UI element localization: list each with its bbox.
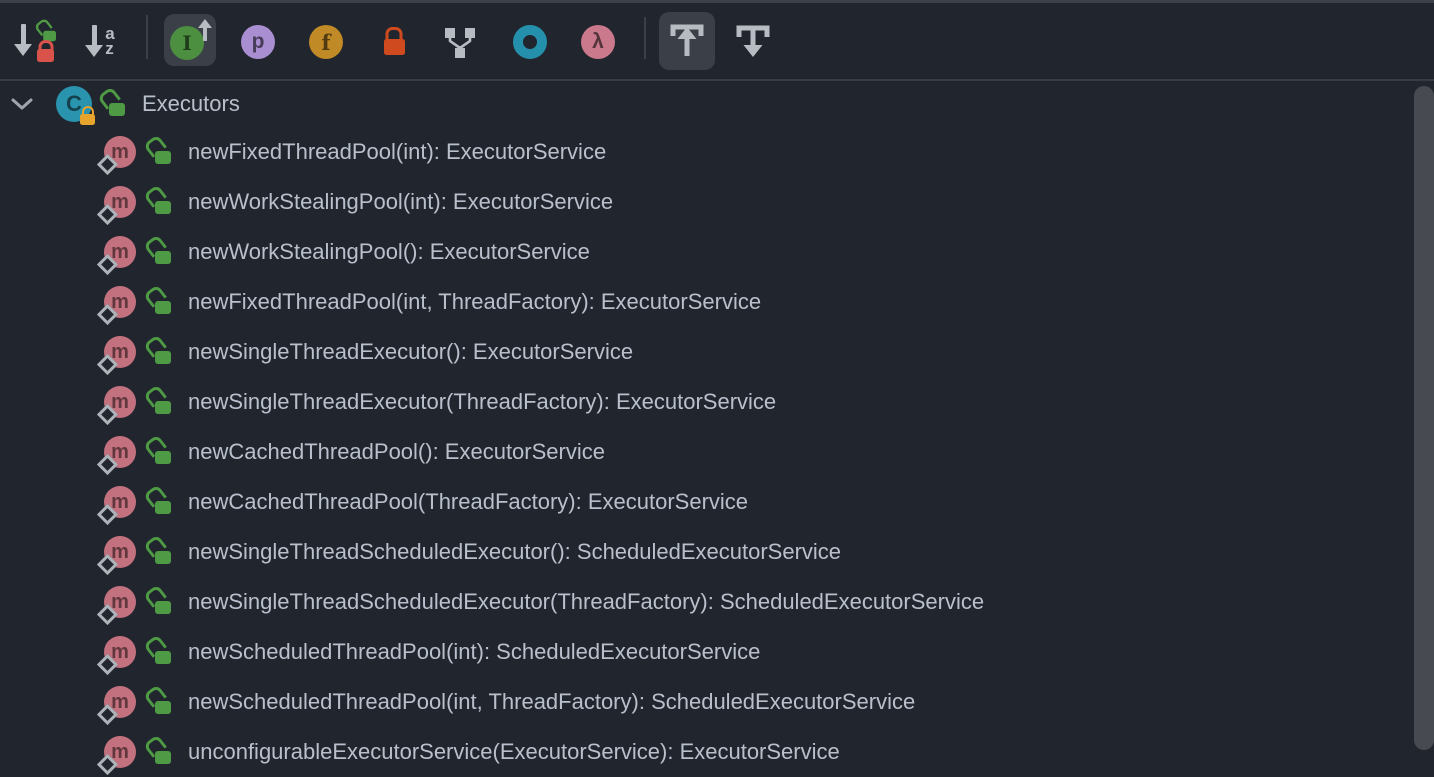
method-signature-label: newScheduledThreadPool(int, ThreadFactor…: [188, 689, 915, 715]
method-icon: m: [104, 386, 136, 418]
tree-root-item[interactable]: C Executors: [0, 81, 1410, 127]
lambda-icon: λ: [581, 25, 615, 59]
method-signature-label: newScheduledThreadPool(int): ScheduledEx…: [188, 639, 760, 665]
method-icon: m: [104, 236, 136, 268]
public-lock-icon: [150, 340, 171, 364]
show-fields-button[interactable]: f: [302, 18, 350, 66]
public-lock-icon: [150, 140, 171, 164]
tree-item-method[interactable]: m newScheduledThreadPool(int): Scheduled…: [0, 627, 1410, 677]
public-lock-icon: [150, 440, 171, 464]
method-signature-label: newWorkStealingPool(int): ExecutorServic…: [188, 189, 613, 215]
field-icon: f: [309, 25, 343, 59]
show-inherited-button[interactable]: I: [164, 14, 216, 66]
public-lock-icon: [150, 390, 171, 414]
autoscroll-to-source-button[interactable]: [727, 14, 779, 68]
tree-item-method[interactable]: m unconfigurableExecutorService(Executor…: [0, 727, 1410, 777]
public-lock-icon: [150, 640, 171, 664]
public-lock-icon: [150, 290, 171, 314]
method-signature-label: unconfigurableExecutorService(ExecutorSe…: [188, 739, 840, 765]
sort-by-visibility-button[interactable]: [12, 17, 56, 65]
tree-item-method[interactable]: m newSingleThreadScheduledExecutor(Threa…: [0, 577, 1410, 627]
show-lambdas-button[interactable]: λ: [574, 18, 622, 66]
tree-item-method[interactable]: m newSingleThreadExecutor(): ExecutorSer…: [0, 327, 1410, 377]
a-z-letters: az: [105, 26, 114, 56]
method-icon: m: [104, 286, 136, 318]
public-lock-icon: [150, 490, 171, 514]
public-lock-icon: [150, 690, 171, 714]
merge-fork-icon: [443, 25, 477, 59]
tree-item-method[interactable]: m newFixedThreadPool(int, ThreadFactory)…: [0, 277, 1410, 327]
sort-alphabetically-button[interactable]: az: [78, 17, 122, 65]
public-lock-icon: [150, 540, 171, 564]
vertical-scrollbar-thumb[interactable]: [1414, 86, 1434, 750]
public-lock-icon: [104, 92, 125, 116]
group-by-defining-type-button[interactable]: [436, 18, 484, 66]
method-signature-label: newFixedThreadPool(int, ThreadFactory): …: [188, 289, 761, 315]
autoscroll-from-source-button[interactable]: [659, 12, 715, 70]
toolbar-separator: [146, 15, 148, 59]
public-lock-icon: [150, 590, 171, 614]
toolbar-separator: [644, 17, 646, 59]
method-icon: m: [104, 686, 136, 718]
method-icon: m: [104, 336, 136, 368]
tree-item-method[interactable]: m newFixedThreadPool(int): ExecutorServi…: [0, 127, 1410, 177]
show-anonymous-classes-button[interactable]: [506, 18, 554, 66]
public-lock-icon: [150, 740, 171, 764]
method-icon: m: [104, 186, 136, 218]
non-public-lock-icon: [384, 35, 405, 55]
method-icon: m: [104, 636, 136, 668]
tree-item-method[interactable]: m newCachedThreadPool(ThreadFactory): Ex…: [0, 477, 1410, 527]
arrow-down-from-bracket-icon: [731, 18, 775, 64]
public-lock-icon: [150, 240, 171, 264]
property-icon: p: [241, 25, 275, 59]
tree-item-method[interactable]: m newSingleThreadExecutor(ThreadFactory)…: [0, 377, 1410, 427]
chevron-down-icon[interactable]: [10, 96, 36, 112]
method-signature-label: newSingleThreadExecutor(ThreadFactory): …: [188, 389, 776, 415]
method-signature-label: newSingleThreadExecutor(): ExecutorServi…: [188, 339, 633, 365]
method-signature-label: newSingleThreadScheduledExecutor(): Sche…: [188, 539, 841, 565]
method-signature-label: newWorkStealingPool(): ExecutorService: [188, 239, 590, 265]
tree-item-method[interactable]: m newWorkStealingPool(int): ExecutorServ…: [0, 177, 1410, 227]
structure-toolbar: az I p f λ: [0, 3, 1434, 79]
tree-item-method[interactable]: m newWorkStealingPool(): ExecutorService: [0, 227, 1410, 277]
tree-item-method[interactable]: m newCachedThreadPool(): ExecutorService: [0, 427, 1410, 477]
public-lock-icon: [150, 190, 171, 214]
class-name-label: Executors: [142, 91, 240, 117]
final-lock-badge-icon: [80, 112, 95, 125]
method-icon: m: [104, 136, 136, 168]
method-icon: m: [104, 536, 136, 568]
method-signature-label: newCachedThreadPool(): ExecutorService: [188, 439, 605, 465]
anonymous-class-icon: [513, 25, 547, 59]
sort-arrow-down-icon: [85, 25, 103, 58]
method-icon: m: [104, 436, 136, 468]
method-icon: m: [104, 586, 136, 618]
show-non-public-button[interactable]: [372, 18, 416, 66]
show-properties-button[interactable]: p: [234, 18, 282, 66]
closed-lock-icon: [37, 46, 54, 62]
method-icon: m: [104, 736, 136, 768]
method-signature-label: newCachedThreadPool(ThreadFactory): Exec…: [188, 489, 748, 515]
class-icon: C: [56, 86, 92, 122]
open-lock-icon: [39, 22, 56, 41]
method-signature-label: newSingleThreadScheduledExecutor(ThreadF…: [188, 589, 984, 615]
tree-item-method[interactable]: m newSingleThreadScheduledExecutor(): Sc…: [0, 527, 1410, 577]
method-signature-label: newFixedThreadPool(int): ExecutorService: [188, 139, 606, 165]
arrow-up-into-bracket-icon: [665, 18, 709, 64]
up-arrow-icon: [198, 17, 212, 41]
structure-tree: C Executors m newFixedThreadPool(int): E…: [0, 81, 1410, 758]
sort-arrow-down-icon: [14, 24, 32, 57]
method-icon: m: [104, 486, 136, 518]
tree-item-method[interactable]: m newScheduledThreadPool(int, ThreadFact…: [0, 677, 1410, 727]
